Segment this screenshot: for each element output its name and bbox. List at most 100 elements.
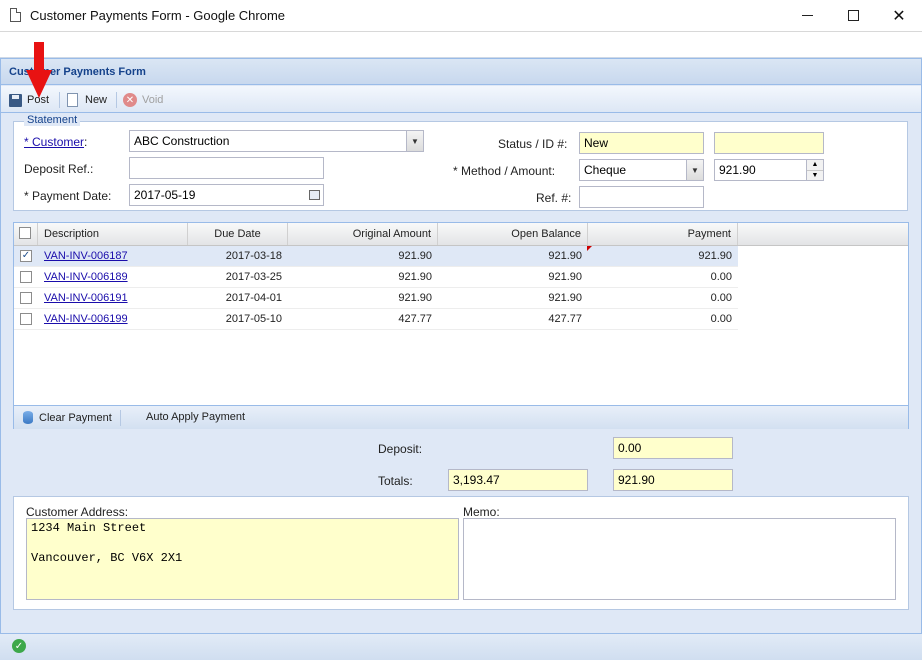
customer-address-textarea[interactable]	[26, 518, 459, 600]
due-date-cell: 2017-04-01	[225, 292, 282, 304]
original-amount-cell: 427.77	[398, 313, 432, 325]
payment-cell[interactable]: 0.00	[588, 288, 738, 308]
database-icon	[23, 411, 33, 424]
spinner-arrows-icon[interactable]: ▲ ▼	[806, 160, 823, 180]
customer-label: * Customer:	[24, 135, 88, 149]
original-amount-cell: 921.90	[398, 292, 432, 304]
calendar-icon[interactable]	[306, 185, 323, 205]
payment-cell[interactable]: 921.90	[588, 246, 738, 266]
chevron-down-icon[interactable]: ▼	[406, 131, 423, 151]
toolbar-separator	[59, 92, 60, 108]
ref-number-label: Ref. #:	[536, 191, 572, 205]
invoices-grid: Description Due Date Original Amount Ope…	[13, 222, 909, 429]
deposit-ref-label: Deposit Ref.:	[24, 162, 94, 176]
open-balance-total-field: 3,193.47	[448, 469, 588, 491]
row-checkbox[interactable]	[20, 271, 32, 283]
payment-date-field[interactable]: 2017-05-19	[129, 184, 324, 206]
panel-header: Customer Payments Form	[1, 59, 921, 85]
table-row[interactable]: VAN-INV-006199 2017-05-10 427.77 427.77 …	[14, 309, 738, 330]
original-amount-cell: 921.90	[398, 271, 432, 283]
method-amount-label: * Method / Amount:	[453, 164, 556, 178]
id-field	[714, 132, 824, 154]
minimize-icon	[801, 15, 813, 16]
grid-toolbar: Clear Payment Auto Apply Payment	[14, 405, 908, 429]
column-header-description[interactable]: Description	[38, 223, 188, 245]
check-circle-icon: ✓	[12, 639, 26, 653]
void-button[interactable]: ✕ Void	[123, 90, 163, 110]
void-label: Void	[142, 94, 164, 106]
void-icon: ✕	[123, 93, 137, 107]
payment-cell[interactable]: 0.00	[588, 309, 738, 329]
browser-title-bar: Customer Payments Form - Google Chrome ✕	[0, 0, 922, 32]
window-title: Customer Payments Form - Google Chrome	[30, 8, 286, 23]
status-field: New	[579, 132, 704, 154]
payment-cell[interactable]: 0.00	[588, 267, 738, 287]
amount-stepper[interactable]: 921.90 ▲ ▼	[714, 159, 824, 181]
grid-header: Description Due Date Original Amount Ope…	[14, 223, 908, 246]
invoice-link[interactable]: VAN-INV-006187	[44, 250, 128, 262]
payment-total-field: 921.90	[613, 469, 733, 491]
invoice-link[interactable]: VAN-INV-006191	[44, 292, 128, 304]
due-date-cell: 2017-03-18	[225, 250, 282, 262]
payment-date-label: * Payment Date:	[24, 189, 112, 203]
dirty-cell-marker	[587, 246, 592, 251]
status-id-label: Status / ID #:	[498, 137, 568, 151]
payment-method-combo[interactable]: Cheque ▼	[579, 159, 704, 181]
invoice-link[interactable]: VAN-INV-006199	[44, 313, 128, 325]
column-header-payment[interactable]: Payment	[588, 223, 738, 245]
auto-apply-label: Auto Apply Payment	[146, 411, 246, 423]
open-balance-cell: 921.90	[548, 250, 582, 262]
customer-link[interactable]: * Customer	[24, 135, 84, 149]
memo-textarea[interactable]	[463, 518, 896, 600]
customer-combo[interactable]: ABC Construction ▼	[129, 130, 424, 152]
payment-date-value: 2017-05-19	[134, 188, 196, 202]
due-date-cell: 2017-05-10	[225, 313, 282, 325]
totals-label: Totals:	[378, 474, 413, 488]
select-all-header[interactable]	[14, 223, 38, 245]
memo-label: Memo:	[463, 505, 500, 519]
toolbar-separator	[116, 92, 117, 108]
minimize-button[interactable]	[784, 0, 830, 31]
open-balance-cell: 921.90	[548, 292, 582, 304]
ref-number-input[interactable]	[579, 186, 704, 208]
amount-value: 921.90	[719, 163, 756, 177]
customer-value: ABC Construction	[134, 134, 230, 148]
red-arrow-annotation	[26, 42, 52, 98]
new-button[interactable]: New	[67, 90, 107, 110]
row-checkbox[interactable]	[20, 313, 32, 325]
open-balance-cell: 921.90	[548, 271, 582, 283]
form-toolbar: Post New ✕ Void	[1, 86, 921, 113]
clear-payment-button[interactable]: Clear Payment	[23, 411, 112, 424]
column-header-open-balance[interactable]: Open Balance	[438, 223, 588, 245]
clear-payment-label: Clear Payment	[39, 411, 112, 424]
due-date-cell: 2017-03-25	[225, 271, 282, 283]
status-bar: ✓	[0, 633, 922, 660]
deposit-label: Deposit:	[378, 442, 423, 456]
row-checkbox[interactable]	[20, 292, 32, 304]
row-checkbox[interactable]: ✓	[20, 250, 32, 262]
select-all-checkbox[interactable]	[19, 227, 31, 239]
table-row[interactable]: ✓ VAN-INV-006187 2017-03-18 921.90 921.9…	[14, 246, 738, 267]
original-amount-cell: 921.90	[398, 250, 432, 262]
open-balance-cell: 427.77	[548, 313, 582, 325]
statement-legend: Statement	[24, 114, 81, 126]
page-icon	[10, 8, 21, 22]
save-icon	[9, 93, 22, 107]
close-window-button[interactable]: ✕	[876, 0, 922, 31]
table-row[interactable]: VAN-INV-006191 2017-04-01 921.90 921.90 …	[14, 288, 738, 309]
auto-apply-payment-button[interactable]: Auto Apply Payment	[146, 411, 245, 423]
deposit-ref-input[interactable]	[129, 157, 324, 179]
table-row[interactable]: VAN-INV-006189 2017-03-25 921.90 921.90 …	[14, 267, 738, 288]
new-document-icon	[67, 93, 78, 107]
maximize-button[interactable]	[830, 0, 876, 31]
invoice-link[interactable]: VAN-INV-006189	[44, 271, 128, 283]
customer-address-label: Customer Address:	[26, 505, 129, 519]
new-label: New	[85, 94, 108, 106]
column-header-original-amount[interactable]: Original Amount	[288, 223, 438, 245]
deposit-total-field: 0.00	[613, 437, 733, 459]
column-header-due-date[interactable]: Due Date	[188, 223, 288, 245]
toolbar-separator	[120, 410, 121, 426]
payment-method-value: Cheque	[584, 163, 627, 177]
close-icon: ✕	[892, 7, 906, 25]
chevron-down-icon[interactable]: ▼	[686, 160, 703, 180]
